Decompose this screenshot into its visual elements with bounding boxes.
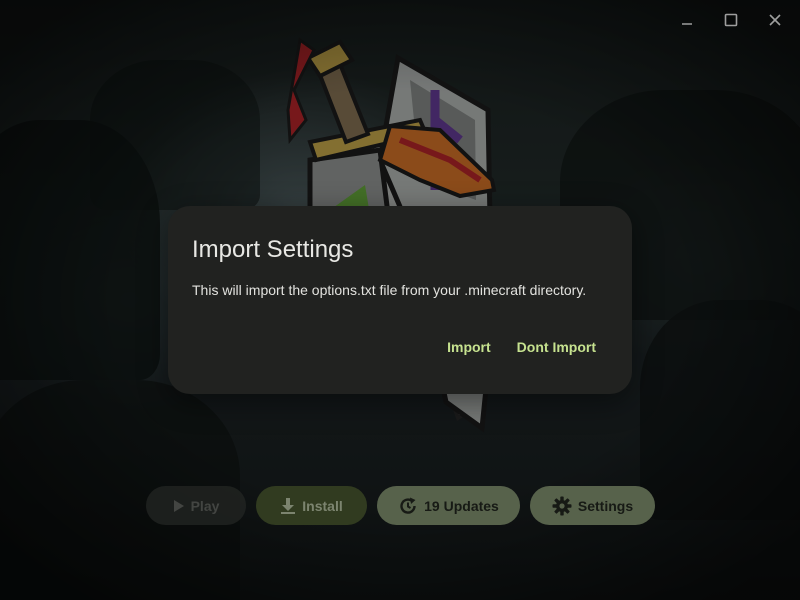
dialog-title: Import Settings — [192, 236, 354, 263]
dont-import-button[interactable]: Dont Import — [517, 339, 596, 355]
dialog-message: This will import the options.txt file fr… — [192, 282, 587, 298]
import-button[interactable]: Import — [447, 339, 491, 355]
launcher-window: Play Install 19 Updates Settings Import … — [0, 0, 800, 600]
import-settings-dialog: Import Settings This will import the opt… — [168, 206, 632, 394]
dialog-actions: Import Dont Import — [447, 339, 596, 355]
